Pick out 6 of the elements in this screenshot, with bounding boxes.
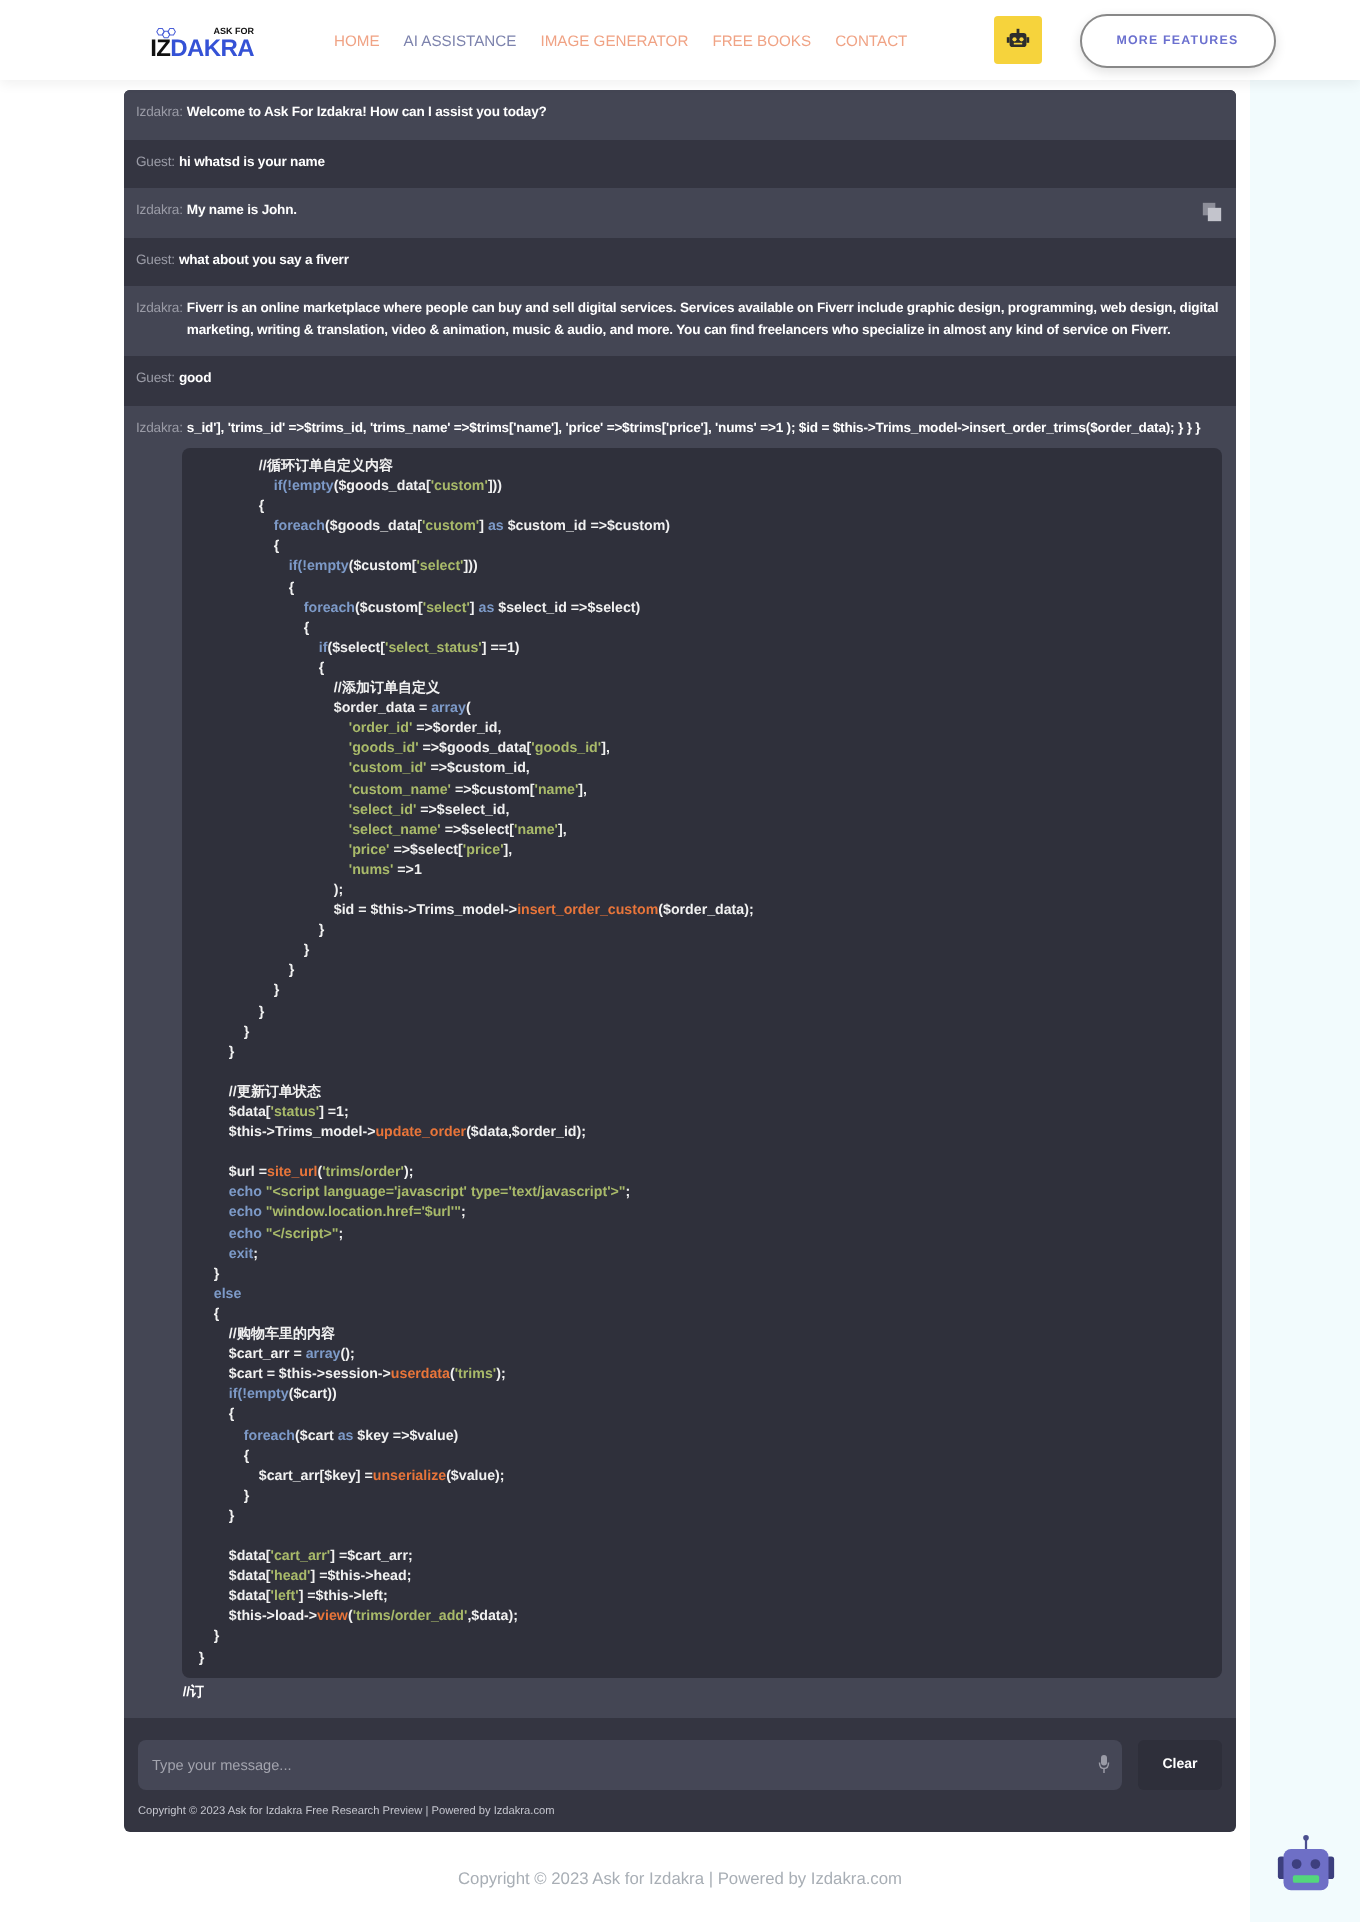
robot-mascot-icon[interactable] bbox=[1275, 1834, 1335, 1894]
microphone-icon[interactable] bbox=[1098, 1754, 1110, 1774]
robot-button[interactable] bbox=[993, 16, 1042, 64]
footer-text: Copyright © 2023 Ask for Izdakra | Powered by Izdakra.com bbox=[457, 1867, 902, 1887]
copy-icon[interactable] bbox=[1202, 202, 1222, 222]
logo-wordmark: IZDAKRA bbox=[150, 35, 254, 59]
